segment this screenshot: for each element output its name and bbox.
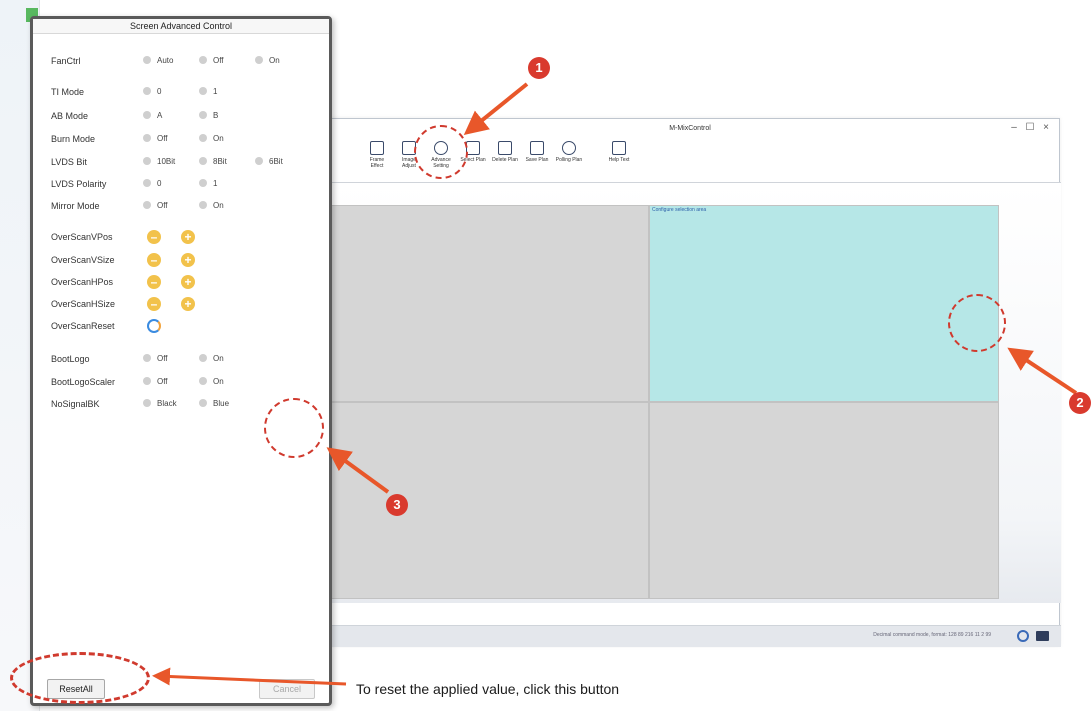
- instruction-text: To reset the applied value, click this b…: [356, 681, 620, 697]
- step-badge-1: 1: [528, 57, 550, 79]
- step-badge-3: 3: [386, 494, 408, 516]
- arrow-resetall: [152, 667, 347, 686]
- arrow-1: [463, 82, 529, 136]
- highlight-selection-area: [948, 294, 1006, 352]
- annotation-overlay: [152, 82, 1078, 686]
- highlight-dialog-area: [264, 398, 324, 458]
- step-badge-2: 2: [1069, 392, 1091, 414]
- highlight-advance-setting: [414, 125, 468, 179]
- arrow-3: [326, 447, 390, 494]
- highlight-resetall: [10, 652, 150, 704]
- arrow-2: [1007, 347, 1078, 395]
